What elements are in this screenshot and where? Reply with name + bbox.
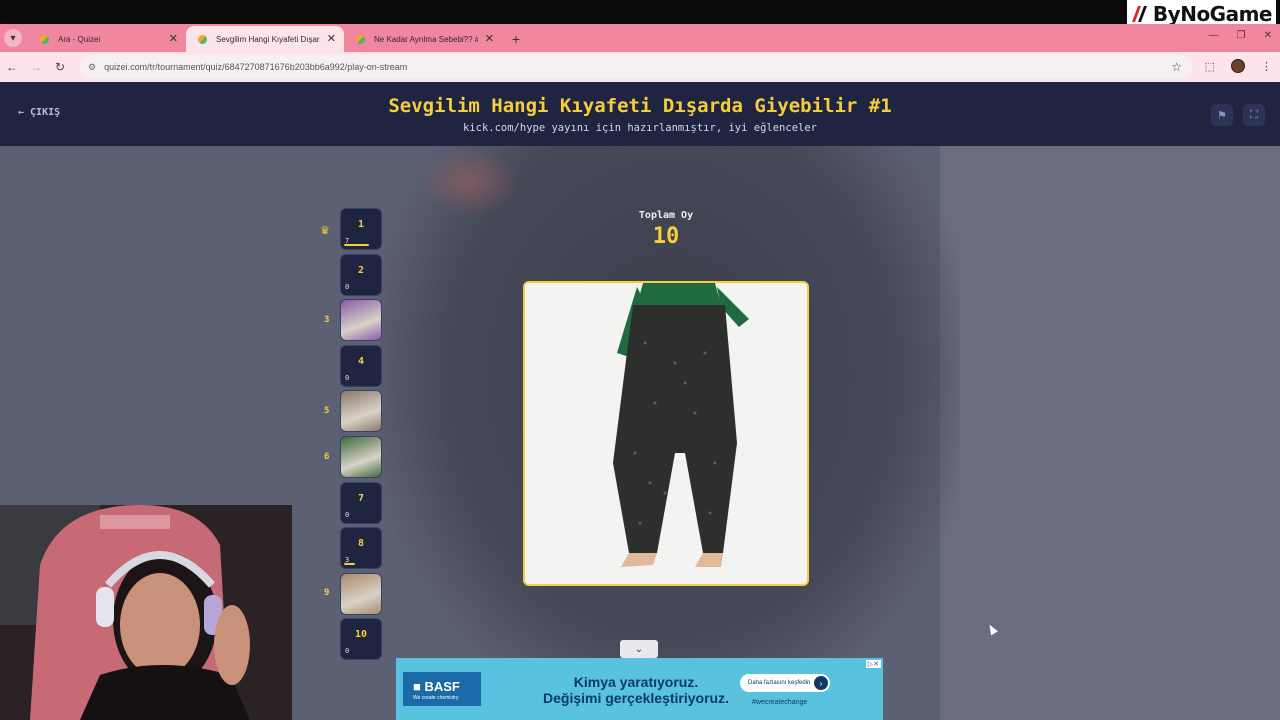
basf-logo: ■ BASF We create chemistry <box>403 672 481 706</box>
basf-ad-banner[interactable]: ■ BASF We create chemistry Kimya yaratıy… <box>396 658 883 720</box>
ad-hashtag: #wecreatechange <box>752 699 808 706</box>
forward-arrow-icon[interactable]: → <box>24 60 48 74</box>
rank-item-3[interactable] <box>340 299 382 342</box>
rank-vote-count: 0 <box>345 510 350 519</box>
browser-tab-2[interactable]: Sevgilim Hangi Kıyafeti Dışarda ✕ <box>186 26 344 52</box>
quizei-favicon-icon <box>198 35 207 44</box>
watermark-text: ByNoGame <box>1152 2 1273 26</box>
tab-label: Ne Kadar Ayrılma Sebebi?? #1 <box>374 34 478 44</box>
profile-avatar[interactable] <box>1231 59 1245 73</box>
rank-item-9[interactable] <box>340 572 382 615</box>
extensions-icon[interactable]: ⬚ <box>1205 60 1215 73</box>
rank-thumbnail <box>341 573 381 614</box>
ad-headline-2: Değişimi gerçekleştiriyoruz. <box>543 690 729 706</box>
fullscreen-icon[interactable]: ⛶ <box>1243 104 1265 126</box>
tab-label: Ara - Quizei <box>58 34 101 44</box>
rank-number: 8 <box>357 538 365 550</box>
streamer-webcam <box>0 505 292 720</box>
quiz-header: ← ÇIKIŞ Sevgilim Hangi Kıyafeti Dışarda … <box>0 82 1280 146</box>
harem-pants-image <box>525 283 807 584</box>
webcam-feed-image <box>0 505 292 720</box>
rank-number: 7 <box>357 492 365 504</box>
tab-close-icon[interactable]: ✕ <box>485 32 494 45</box>
quizei-favicon-icon <box>356 35 365 44</box>
browser-menu-icon[interactable]: ⋮ <box>1261 60 1272 73</box>
rank-item-10[interactable]: 10 0 <box>340 618 382 661</box>
tab-label: Sevgilim Hangi Kıyafeti Dışarda <box>216 34 320 44</box>
toolbar-actions: ⬚ ⋮ <box>1205 59 1272 73</box>
report-flag-icon[interactable]: ⚑ <box>1211 104 1233 126</box>
bynogame-logo-icon <box>1131 6 1147 22</box>
chevron-down-icon[interactable]: ⌄ <box>620 640 658 658</box>
bookmark-star-icon[interactable]: ☆ <box>1171 60 1182 74</box>
rank-item-7[interactable]: 70 <box>340 481 382 524</box>
rank-list: 1 7 2 0 4 0 7 0 8 3 10 0 <box>340 208 382 664</box>
url-field[interactable]: ⚙ quizei.com/tr/tournament/quiz/68472708… <box>80 55 1192 79</box>
tab-search-icon[interactable]: ▾ <box>4 29 22 47</box>
rank-number: 10 <box>354 629 368 641</box>
rank-thumbnail <box>341 300 381 341</box>
rank-item-2[interactable]: 20 <box>340 253 382 296</box>
candidate-image-card[interactable] <box>523 281 809 586</box>
minimize-icon[interactable]: — <box>1209 30 1219 41</box>
restore-icon[interactable]: ❐ <box>1237 30 1246 41</box>
rank-side-number: 3 <box>324 315 330 325</box>
close-window-icon[interactable]: ✕ <box>1264 30 1272 41</box>
total-votes-label: Toplam Oy <box>638 210 694 221</box>
tab-close-icon[interactable]: ✕ <box>327 32 336 45</box>
browser-tab-1[interactable]: Ara - Quizei ✕ <box>28 26 186 52</box>
rank-vote-count: 0 <box>345 282 350 291</box>
ad-brand: ■ BASF <box>413 679 460 694</box>
background-blur-accent <box>420 146 520 216</box>
rank-side-number: 6 <box>324 452 330 462</box>
rank-side-number: 9 <box>324 588 330 598</box>
rank-number: 2 <box>357 264 365 276</box>
browser-tab-3[interactable]: Ne Kadar Ayrılma Sebebi?? #1 ✕ <box>344 26 502 52</box>
reload-icon[interactable]: ↻ <box>48 60 72 74</box>
rank-number: 4 <box>357 355 365 367</box>
page-title: Sevgilim Hangi Kıyafeti Dışarda Giyebili… <box>388 95 892 117</box>
rank-item-4[interactable]: 40 <box>340 344 382 387</box>
window-controls: — ❐ ✕ <box>1209 30 1272 41</box>
page-subtitle: kick.com/hype yayını için hazırlanmıştır… <box>462 122 817 134</box>
rank-vote-bar <box>344 563 355 566</box>
browser-tab-strip: ▾ Ara - Quizei ✕ Sevgilim Hangi Kıyafeti… <box>0 24 1280 52</box>
rank-thumbnail <box>341 391 381 432</box>
rank-vote-count: 0 <box>345 373 350 382</box>
site-info-icon[interactable]: ⚙ <box>88 62 96 73</box>
ad-cta-button[interactable]: Daha fazlasını keşfedin › <box>740 674 830 692</box>
rank-item-5[interactable] <box>340 390 382 433</box>
ad-brand-tagline: We create chemistry <box>413 695 459 701</box>
rank-item-8[interactable]: 83 <box>340 527 382 570</box>
total-votes-value: 10 <box>652 224 680 249</box>
address-toolbar: ← → ↻ ⚙ quizei.com/tr/tournament/quiz/68… <box>0 52 1280 82</box>
new-tab-plus-icon[interactable]: + <box>512 31 520 47</box>
tab-close-icon[interactable]: ✕ <box>169 32 178 45</box>
rank-item-6[interactable] <box>340 435 382 478</box>
arrow-right-icon: › <box>814 676 828 690</box>
quizei-favicon-icon <box>40 35 49 44</box>
ad-close-icon[interactable]: ▷✕ <box>865 660 881 668</box>
back-arrow-icon[interactable]: ← <box>0 60 24 74</box>
ad-headline-1: Kimya yaratıyoruz. <box>573 674 699 690</box>
rank-thumbnail <box>341 436 381 477</box>
ad-cta-label: Daha fazlasını keşfedin <box>748 680 811 686</box>
rank-side-number: 5 <box>324 406 330 416</box>
rank-vote-count: 0 <box>345 647 350 656</box>
url-text: quizei.com/tr/tournament/quiz/6847270871… <box>104 62 408 72</box>
screen-top-bar <box>0 0 1280 24</box>
